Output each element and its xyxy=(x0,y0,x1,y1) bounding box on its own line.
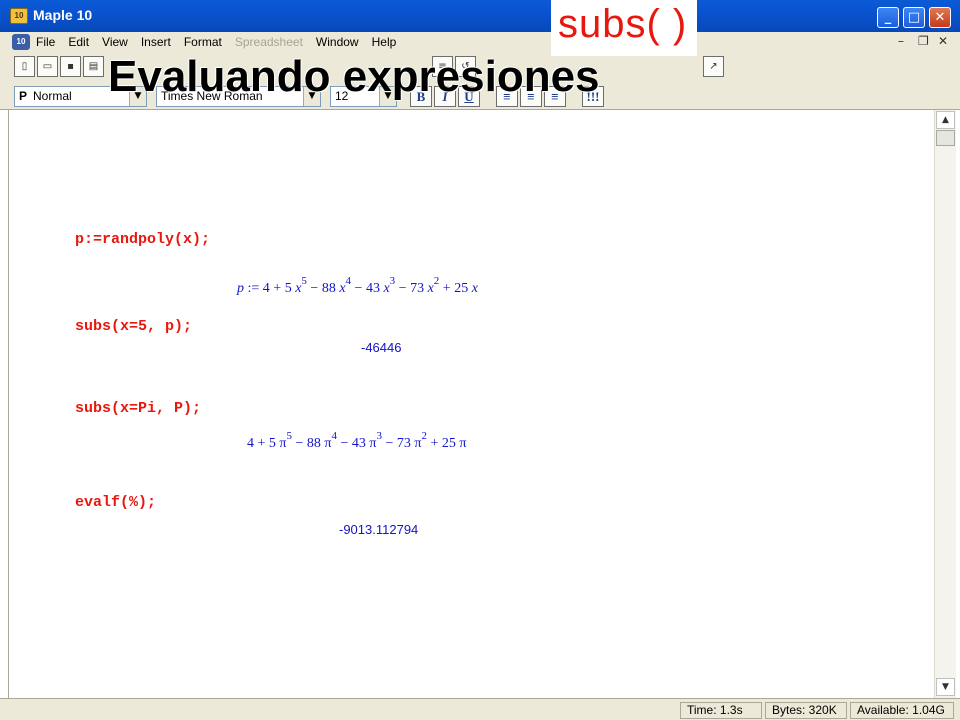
menu-bar: 10 File Edit View Insert Format Spreadsh… xyxy=(0,32,960,52)
math-exp: 2 xyxy=(433,275,440,287)
output-polynomial-pi: 4 + 5 π5 − 88 π4 − 43 π3 − 73 π2 + 25 π xyxy=(247,430,467,451)
input-subs-pi[interactable]: subs(x=Pi, P); xyxy=(75,400,201,417)
minimize-button[interactable]: _ xyxy=(877,7,899,28)
window-title: Maple 10 xyxy=(33,7,93,23)
math-term: 4 xyxy=(262,281,270,296)
style-value: Normal xyxy=(33,89,72,103)
math-var: x xyxy=(471,281,478,296)
doc-restore-button[interactable]: ❐ xyxy=(918,34,929,48)
status-bytes: Bytes: 320K xyxy=(765,702,847,719)
slide-heading: Evaluando expresiones xyxy=(108,52,600,101)
doc-minimize-button[interactable]: – xyxy=(898,34,904,48)
math-exp: 3 xyxy=(376,430,382,442)
math-exp: 4 xyxy=(331,430,337,442)
status-bar: Time: 1.3s Bytes: 320K Available: 1.04G xyxy=(0,698,960,720)
save-icon[interactable]: ▪ xyxy=(60,56,81,77)
menu-file[interactable]: File xyxy=(36,35,55,49)
vertical-scrollbar[interactable]: ▲ ▼ xyxy=(934,110,956,698)
doc-close-button[interactable]: ✕ xyxy=(938,34,948,48)
math-term: + 25 xyxy=(430,436,456,451)
math-lhs: p xyxy=(237,281,244,296)
worksheet[interactable]: p:=randpoly(x); p := 4 + 5 x5 − 88 x4 − … xyxy=(8,110,934,698)
math-term: − 73 xyxy=(398,281,425,296)
math-term: − 73 xyxy=(385,436,411,451)
status-time: Time: 1.3s xyxy=(680,702,762,719)
math-term: − 43 xyxy=(354,281,380,296)
document-icon[interactable]: 10 xyxy=(12,34,30,50)
output-number-1: -46446 xyxy=(361,340,402,355)
math-exp: 3 xyxy=(389,275,396,287)
math-term: 5 xyxy=(268,436,276,451)
math-exp: 4 xyxy=(345,275,352,287)
math-var: π xyxy=(459,436,467,451)
exit-icon[interactable]: ↗ xyxy=(703,56,724,77)
math-term: − 88 xyxy=(310,281,336,296)
status-available: Available: 1.04G xyxy=(850,702,954,719)
menu-help[interactable]: Help xyxy=(372,35,397,49)
math-exp: 2 xyxy=(421,430,427,442)
input-randpoly[interactable]: p:=randpoly(x); xyxy=(75,231,210,248)
output-polynomial: p := 4 + 5 x5 − 88 x4 − 43 x3 − 73 x2 + … xyxy=(237,275,478,296)
output-number-2: -9013.112794 xyxy=(339,522,419,537)
maximize-button[interactable]: □ xyxy=(903,7,925,28)
math-assign: := xyxy=(247,281,260,296)
scroll-thumb[interactable] xyxy=(936,130,955,146)
math-term: + 25 xyxy=(442,281,469,296)
math-term: 4 xyxy=(247,436,254,451)
math-term: − 43 xyxy=(340,436,366,451)
menu-view[interactable]: View xyxy=(102,35,128,49)
close-button[interactable]: ✕ xyxy=(929,7,951,28)
print-icon[interactable]: ▤ xyxy=(83,56,104,77)
menu-insert[interactable]: Insert xyxy=(141,35,171,49)
math-term: 5 xyxy=(284,281,292,296)
menu-items: File Edit View Insert Format Spreadsheet… xyxy=(36,35,409,49)
menu-window[interactable]: Window xyxy=(316,35,359,49)
input-evalf[interactable]: evalf(%); xyxy=(75,494,156,511)
input-subs-5[interactable]: subs(x=5, p); xyxy=(75,318,192,335)
style-prefix: P xyxy=(19,89,28,103)
menu-spreadsheet: Spreadsheet xyxy=(234,35,303,49)
math-term: − 88 xyxy=(295,436,321,451)
title-bar: 10 Maple 10 _ □ ✕ xyxy=(0,0,960,32)
math-exp: 5 xyxy=(286,430,292,442)
scroll-down-icon[interactable]: ▼ xyxy=(936,678,955,696)
scroll-up-icon[interactable]: ▲ xyxy=(936,111,955,129)
new-file-icon[interactable]: ▯ xyxy=(14,56,35,77)
menu-format[interactable]: Format xyxy=(184,35,222,49)
command-label: subs( ) xyxy=(558,2,688,46)
maple-leaf-icon: 10 xyxy=(10,8,28,24)
menu-edit[interactable]: Edit xyxy=(68,35,89,49)
open-folder-icon[interactable]: ▭ xyxy=(37,56,58,77)
math-exp: 5 xyxy=(301,275,307,287)
